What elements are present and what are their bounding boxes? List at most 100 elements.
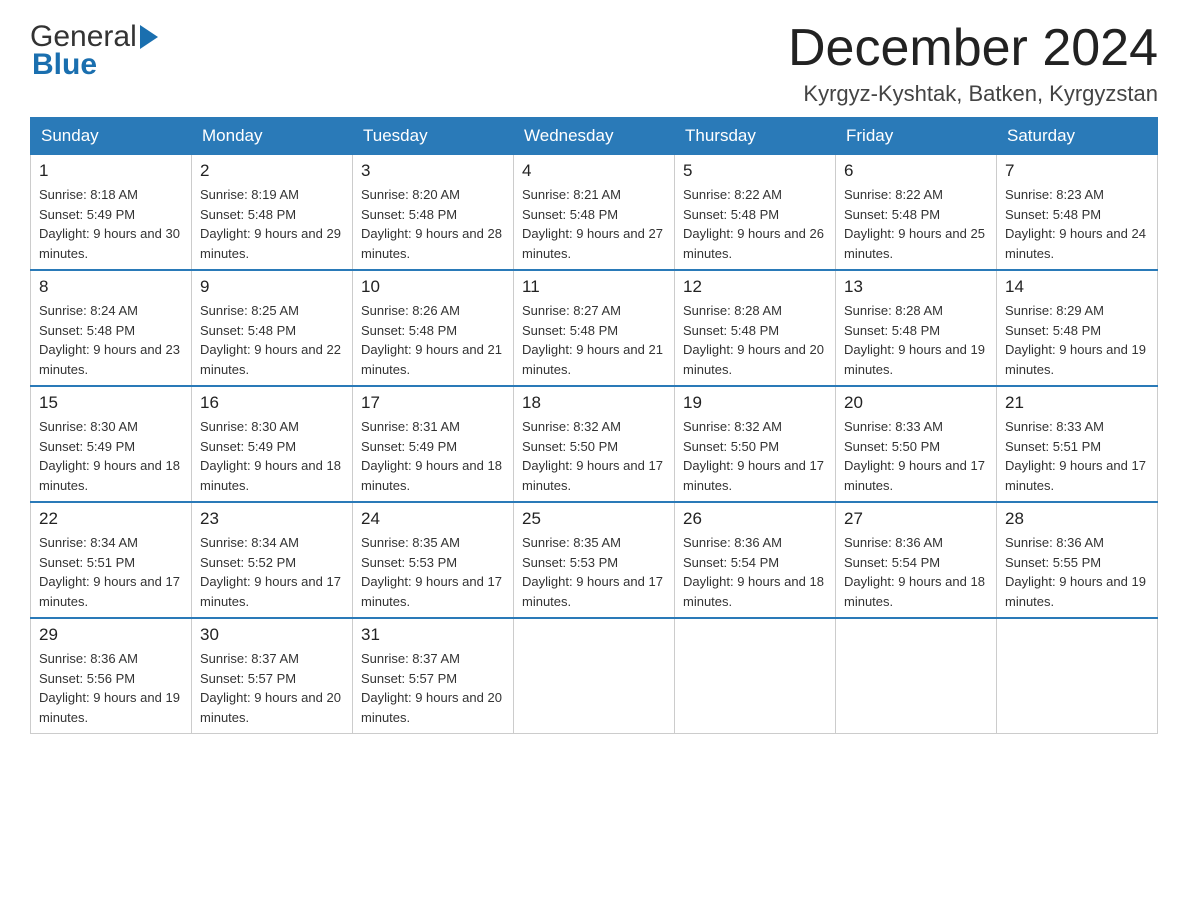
day-info: Sunrise: 8:33 AM Sunset: 5:50 PM Dayligh… [844, 417, 988, 495]
calendar-table: Sunday Monday Tuesday Wednesday Thursday… [30, 117, 1158, 734]
day-info: Sunrise: 8:27 AM Sunset: 5:48 PM Dayligh… [522, 301, 666, 379]
day-info: Sunrise: 8:32 AM Sunset: 5:50 PM Dayligh… [683, 417, 827, 495]
day-number: 20 [844, 393, 988, 413]
table-row [675, 618, 836, 734]
day-number: 19 [683, 393, 827, 413]
day-number: 30 [200, 625, 344, 645]
day-info: Sunrise: 8:35 AM Sunset: 5:53 PM Dayligh… [361, 533, 505, 611]
day-number: 7 [1005, 161, 1149, 181]
day-number: 11 [522, 277, 666, 297]
table-row: 2 Sunrise: 8:19 AM Sunset: 5:48 PM Dayli… [192, 155, 353, 271]
day-number: 13 [844, 277, 988, 297]
day-number: 29 [39, 625, 183, 645]
title-section: December 2024 Kyrgyz-Kyshtak, Batken, Ky… [788, 20, 1158, 107]
table-row: 8 Sunrise: 8:24 AM Sunset: 5:48 PM Dayli… [31, 270, 192, 386]
day-number: 15 [39, 393, 183, 413]
col-wednesday: Wednesday [514, 118, 675, 155]
calendar-week-row: 1 Sunrise: 8:18 AM Sunset: 5:49 PM Dayli… [31, 155, 1158, 271]
day-info: Sunrise: 8:35 AM Sunset: 5:53 PM Dayligh… [522, 533, 666, 611]
day-info: Sunrise: 8:28 AM Sunset: 5:48 PM Dayligh… [683, 301, 827, 379]
day-number: 3 [361, 161, 505, 181]
day-info: Sunrise: 8:22 AM Sunset: 5:48 PM Dayligh… [683, 185, 827, 263]
table-row: 21 Sunrise: 8:33 AM Sunset: 5:51 PM Dayl… [997, 386, 1158, 502]
day-info: Sunrise: 8:36 AM Sunset: 5:55 PM Dayligh… [1005, 533, 1149, 611]
day-info: Sunrise: 8:31 AM Sunset: 5:49 PM Dayligh… [361, 417, 505, 495]
table-row: 9 Sunrise: 8:25 AM Sunset: 5:48 PM Dayli… [192, 270, 353, 386]
day-number: 17 [361, 393, 505, 413]
day-number: 10 [361, 277, 505, 297]
day-info: Sunrise: 8:37 AM Sunset: 5:57 PM Dayligh… [361, 649, 505, 727]
day-number: 26 [683, 509, 827, 529]
day-info: Sunrise: 8:30 AM Sunset: 5:49 PM Dayligh… [39, 417, 183, 495]
logo-blue-text: Blue [30, 48, 97, 82]
day-info: Sunrise: 8:30 AM Sunset: 5:49 PM Dayligh… [200, 417, 344, 495]
day-info: Sunrise: 8:20 AM Sunset: 5:48 PM Dayligh… [361, 185, 505, 263]
day-info: Sunrise: 8:36 AM Sunset: 5:54 PM Dayligh… [844, 533, 988, 611]
day-info: Sunrise: 8:24 AM Sunset: 5:48 PM Dayligh… [39, 301, 183, 379]
day-info: Sunrise: 8:23 AM Sunset: 5:48 PM Dayligh… [1005, 185, 1149, 263]
day-info: Sunrise: 8:34 AM Sunset: 5:51 PM Dayligh… [39, 533, 183, 611]
day-number: 12 [683, 277, 827, 297]
col-sunday: Sunday [31, 118, 192, 155]
col-monday: Monday [192, 118, 353, 155]
table-row: 28 Sunrise: 8:36 AM Sunset: 5:55 PM Dayl… [997, 502, 1158, 618]
table-row: 17 Sunrise: 8:31 AM Sunset: 5:49 PM Dayl… [353, 386, 514, 502]
table-row [997, 618, 1158, 734]
table-row: 10 Sunrise: 8:26 AM Sunset: 5:48 PM Dayl… [353, 270, 514, 386]
day-number: 23 [200, 509, 344, 529]
table-row: 5 Sunrise: 8:22 AM Sunset: 5:48 PM Dayli… [675, 155, 836, 271]
day-info: Sunrise: 8:33 AM Sunset: 5:51 PM Dayligh… [1005, 417, 1149, 495]
table-row [836, 618, 997, 734]
calendar-week-row: 22 Sunrise: 8:34 AM Sunset: 5:51 PM Dayl… [31, 502, 1158, 618]
day-number: 18 [522, 393, 666, 413]
day-info: Sunrise: 8:28 AM Sunset: 5:48 PM Dayligh… [844, 301, 988, 379]
day-number: 6 [844, 161, 988, 181]
day-info: Sunrise: 8:36 AM Sunset: 5:56 PM Dayligh… [39, 649, 183, 727]
day-number: 24 [361, 509, 505, 529]
table-row: 29 Sunrise: 8:36 AM Sunset: 5:56 PM Dayl… [31, 618, 192, 734]
day-number: 27 [844, 509, 988, 529]
day-info: Sunrise: 8:36 AM Sunset: 5:54 PM Dayligh… [683, 533, 827, 611]
table-row: 25 Sunrise: 8:35 AM Sunset: 5:53 PM Dayl… [514, 502, 675, 618]
day-info: Sunrise: 8:19 AM Sunset: 5:48 PM Dayligh… [200, 185, 344, 263]
day-number: 8 [39, 277, 183, 297]
day-info: Sunrise: 8:22 AM Sunset: 5:48 PM Dayligh… [844, 185, 988, 263]
table-row: 16 Sunrise: 8:30 AM Sunset: 5:49 PM Dayl… [192, 386, 353, 502]
col-saturday: Saturday [997, 118, 1158, 155]
location-subtitle: Kyrgyz-Kyshtak, Batken, Kyrgyzstan [788, 81, 1158, 107]
day-number: 16 [200, 393, 344, 413]
day-info: Sunrise: 8:21 AM Sunset: 5:48 PM Dayligh… [522, 185, 666, 263]
table-row: 31 Sunrise: 8:37 AM Sunset: 5:57 PM Dayl… [353, 618, 514, 734]
table-row: 7 Sunrise: 8:23 AM Sunset: 5:48 PM Dayli… [997, 155, 1158, 271]
table-row: 15 Sunrise: 8:30 AM Sunset: 5:49 PM Dayl… [31, 386, 192, 502]
table-row [514, 618, 675, 734]
day-info: Sunrise: 8:29 AM Sunset: 5:48 PM Dayligh… [1005, 301, 1149, 379]
day-number: 28 [1005, 509, 1149, 529]
calendar-week-row: 8 Sunrise: 8:24 AM Sunset: 5:48 PM Dayli… [31, 270, 1158, 386]
table-row: 11 Sunrise: 8:27 AM Sunset: 5:48 PM Dayl… [514, 270, 675, 386]
page-header: General Blue December 2024 Kyrgyz-Kyshta… [30, 20, 1158, 107]
table-row: 27 Sunrise: 8:36 AM Sunset: 5:54 PM Dayl… [836, 502, 997, 618]
day-number: 22 [39, 509, 183, 529]
table-row: 22 Sunrise: 8:34 AM Sunset: 5:51 PM Dayl… [31, 502, 192, 618]
day-number: 4 [522, 161, 666, 181]
day-info: Sunrise: 8:25 AM Sunset: 5:48 PM Dayligh… [200, 301, 344, 379]
day-number: 31 [361, 625, 505, 645]
table-row: 13 Sunrise: 8:28 AM Sunset: 5:48 PM Dayl… [836, 270, 997, 386]
table-row: 30 Sunrise: 8:37 AM Sunset: 5:57 PM Dayl… [192, 618, 353, 734]
col-thursday: Thursday [675, 118, 836, 155]
day-number: 2 [200, 161, 344, 181]
day-number: 9 [200, 277, 344, 297]
calendar-week-row: 15 Sunrise: 8:30 AM Sunset: 5:49 PM Dayl… [31, 386, 1158, 502]
table-row: 23 Sunrise: 8:34 AM Sunset: 5:52 PM Dayl… [192, 502, 353, 618]
day-number: 5 [683, 161, 827, 181]
table-row: 4 Sunrise: 8:21 AM Sunset: 5:48 PM Dayli… [514, 155, 675, 271]
table-row: 18 Sunrise: 8:32 AM Sunset: 5:50 PM Dayl… [514, 386, 675, 502]
month-title: December 2024 [788, 20, 1158, 77]
table-row: 19 Sunrise: 8:32 AM Sunset: 5:50 PM Dayl… [675, 386, 836, 502]
table-row: 3 Sunrise: 8:20 AM Sunset: 5:48 PM Dayli… [353, 155, 514, 271]
day-info: Sunrise: 8:32 AM Sunset: 5:50 PM Dayligh… [522, 417, 666, 495]
calendar-header-row: Sunday Monday Tuesday Wednesday Thursday… [31, 118, 1158, 155]
day-number: 1 [39, 161, 183, 181]
table-row: 6 Sunrise: 8:22 AM Sunset: 5:48 PM Dayli… [836, 155, 997, 271]
